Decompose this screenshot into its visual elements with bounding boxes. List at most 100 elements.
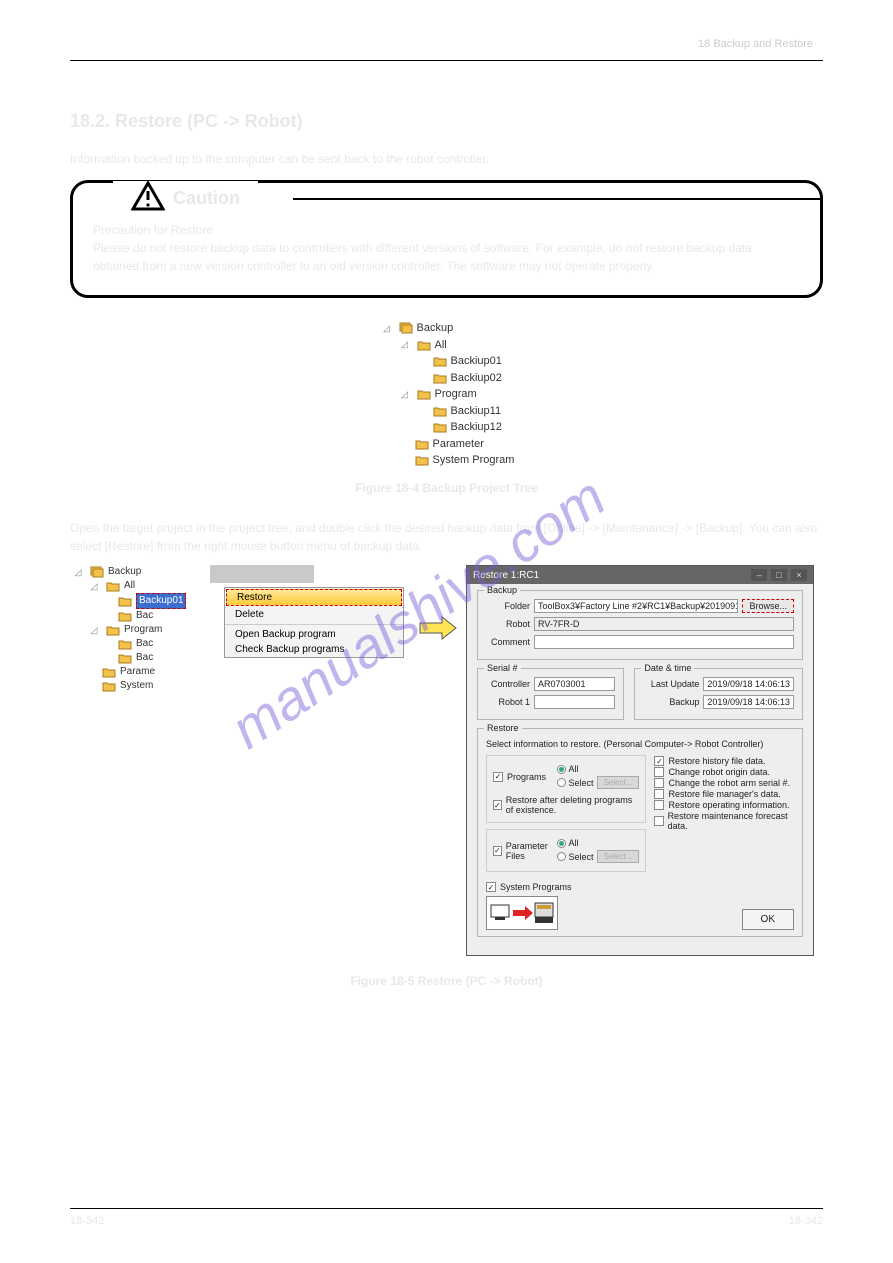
checkbox-maint[interactable]: Restore maintenance forecast data. <box>654 811 794 831</box>
backupdt-label: Backup <box>643 697 699 707</box>
tree-node-program[interactable]: Program <box>124 623 162 637</box>
minimize-icon[interactable]: – <box>751 569 767 581</box>
group-backup: Backup Folder ToolBox3¥Factory Line #2¥R… <box>477 590 803 660</box>
dialog-title-text: Restore 1:RC1 <box>473 570 539 581</box>
expand-icon[interactable]: ◿ <box>86 624 102 637</box>
group-backup-legend: Backup <box>484 585 520 595</box>
folder-icon <box>433 355 447 367</box>
radio-programs-select[interactable]: SelectSelect... <box>557 776 640 789</box>
tree-leaf[interactable]: Backiup11 <box>451 403 502 420</box>
checkbox-opinfo[interactable]: Restore operating information. <box>654 800 794 810</box>
robot-input: RV-7FR-D <box>534 617 794 631</box>
checkbox-system-programs[interactable]: ✓System Programs <box>486 882 794 892</box>
tree-leaf[interactable]: Bac <box>136 651 153 665</box>
maximize-icon[interactable]: □ <box>771 569 787 581</box>
tree-node-all[interactable]: All <box>435 337 447 354</box>
folder-icon <box>433 372 447 384</box>
subgroup-paramfiles: ✓Parameter Files All SelectSelect... <box>486 829 646 872</box>
tree-leaf-selected[interactable]: Backup01 <box>136 593 186 609</box>
radio-programs-all[interactable]: All <box>557 764 640 774</box>
top-rule <box>70 60 823 61</box>
caution-rule <box>293 198 822 200</box>
section-title: 18.2. Restore (PC -> Robot) <box>70 111 823 132</box>
folder-icon <box>415 438 429 450</box>
checkbox-restore-after[interactable]: ✓Restore after deleting programs of exis… <box>493 795 639 815</box>
checkbox-filemgr[interactable]: Restore file manager's data. <box>654 789 794 799</box>
tree-node-system-program[interactable]: System Program <box>433 452 515 469</box>
restore-note: Select information to restore. (Personal… <box>486 739 794 749</box>
tree-leaf[interactable]: Bac <box>136 609 153 623</box>
tree-leaf[interactable]: Bac <box>136 637 153 651</box>
group-datetime: Date & time Last Update2019/09/18 14:06:… <box>634 668 803 720</box>
robot-label: Robot <box>486 619 530 629</box>
checkbox-origin[interactable]: Change robot origin data. <box>654 767 794 777</box>
expand-icon[interactable]: ◿ <box>379 322 395 336</box>
select-programs-button[interactable]: Select... <box>597 776 640 789</box>
lastupdate-label: Last Update <box>643 679 699 689</box>
folder-icon <box>118 610 132 622</box>
pc-to-robot-icon <box>486 896 558 930</box>
tree-node-parameter[interactable]: Parame <box>120 665 155 679</box>
browse-button[interactable]: Browse... <box>742 599 794 613</box>
tree-node-program[interactable]: Program <box>435 386 477 403</box>
folder-icon <box>118 652 132 664</box>
tree-node-system-program[interactable]: System <box>120 679 153 693</box>
restore-dialog: Restore 1:RC1 – □ × Backup Folder ToolBo… <box>466 565 814 956</box>
folder-input[interactable]: ToolBox3¥Factory Line #2¥RC1¥Backup¥2019… <box>534 599 738 613</box>
expand-icon[interactable]: ◿ <box>86 580 102 593</box>
checkbox-programs[interactable]: ✓Programs <box>493 772 546 782</box>
folder-label: Folder <box>486 601 530 611</box>
header-right: 18 Backup and Restore <box>698 38 813 50</box>
ok-button[interactable]: OK <box>742 909 794 930</box>
tree-node-backup[interactable]: Backup <box>108 565 141 579</box>
folder-icon <box>433 405 447 417</box>
group-datetime-legend: Date & time <box>641 663 694 673</box>
select-param-button[interactable]: Select... <box>597 850 640 863</box>
folder-icon <box>106 580 120 592</box>
context-menu-restore[interactable]: Restore <box>226 589 402 606</box>
tree-leaf[interactable]: Backiup12 <box>451 419 502 436</box>
arrow-icon <box>418 565 458 646</box>
context-menu-separator <box>225 624 403 625</box>
radio-param-all[interactable]: All <box>557 838 640 848</box>
tree-leaf[interactable]: Backiup01 <box>451 353 502 370</box>
comment-label: Comment <box>486 637 530 647</box>
page-footer: 18-342 18-342 <box>70 1208 823 1227</box>
context-menu-delete[interactable]: Delete <box>225 607 403 622</box>
comment-input[interactable] <box>534 635 794 649</box>
checkbox-arm[interactable]: Change the robot arm serial #. <box>654 778 794 788</box>
controller-input: AR0703001 <box>534 677 615 691</box>
folder-icon <box>433 421 447 433</box>
caution-body: Please do not restore backup data to con… <box>93 239 800 275</box>
tree-leaf[interactable]: Backiup02 <box>451 370 502 387</box>
tree-node-all[interactable]: All <box>124 579 135 593</box>
close-icon[interactable]: × <box>791 569 807 581</box>
figure-18-5-caption: Figure 18-5 Restore (PC -> Robot) <box>70 974 823 988</box>
tree-node-parameter[interactable]: Parameter <box>433 436 484 453</box>
checkbox-paramfiles[interactable]: ✓Parameter Files <box>493 841 551 861</box>
figure-18-5: ◿ Backup ◿ All Backup01 Bac ◿ Program Bac B… <box>70 565 823 956</box>
radio-param-select[interactable]: SelectSelect... <box>557 850 640 863</box>
group-serial: Serial # ControllerAR0703001 Robot 1 <box>477 668 624 720</box>
group-restore-legend: Restore <box>484 723 522 733</box>
context-menu: Restore Delete Open Backup program Check… <box>224 587 404 658</box>
intro-text: Information backed up to the computer ca… <box>70 150 823 168</box>
tree-node-backup[interactable]: Backup <box>417 320 454 337</box>
checkbox-history[interactable]: ✓Restore history file data. <box>654 756 794 766</box>
robot1-label: Robot 1 <box>486 697 530 707</box>
expand-icon[interactable]: ◿ <box>397 338 413 352</box>
subgroup-programs: ✓Programs All SelectSelect... ✓Restore a… <box>486 755 646 823</box>
warning-triangle-icon <box>131 181 165 216</box>
footer-right: 18-342 <box>789 1215 823 1227</box>
caution-line1: Precaution for Restore <box>93 221 800 239</box>
context-menu-check[interactable]: Check Backup programs <box>225 642 403 657</box>
folder-icon <box>415 454 429 466</box>
expand-icon[interactable]: ◿ <box>70 566 86 579</box>
group-serial-legend: Serial # <box>484 663 521 673</box>
figure-18-4: ◿ Backup ◿ All Backiup01 Backiup02 ◿ Progra… <box>70 320 823 471</box>
backup-root-icon <box>90 566 104 578</box>
folder-icon <box>106 624 120 636</box>
left-tree-panel: ◿ Backup ◿ All Backup01 Bac ◿ Program Bac B… <box>70 565 410 693</box>
context-menu-open[interactable]: Open Backup program <box>225 627 403 642</box>
expand-icon[interactable]: ◿ <box>397 388 413 402</box>
